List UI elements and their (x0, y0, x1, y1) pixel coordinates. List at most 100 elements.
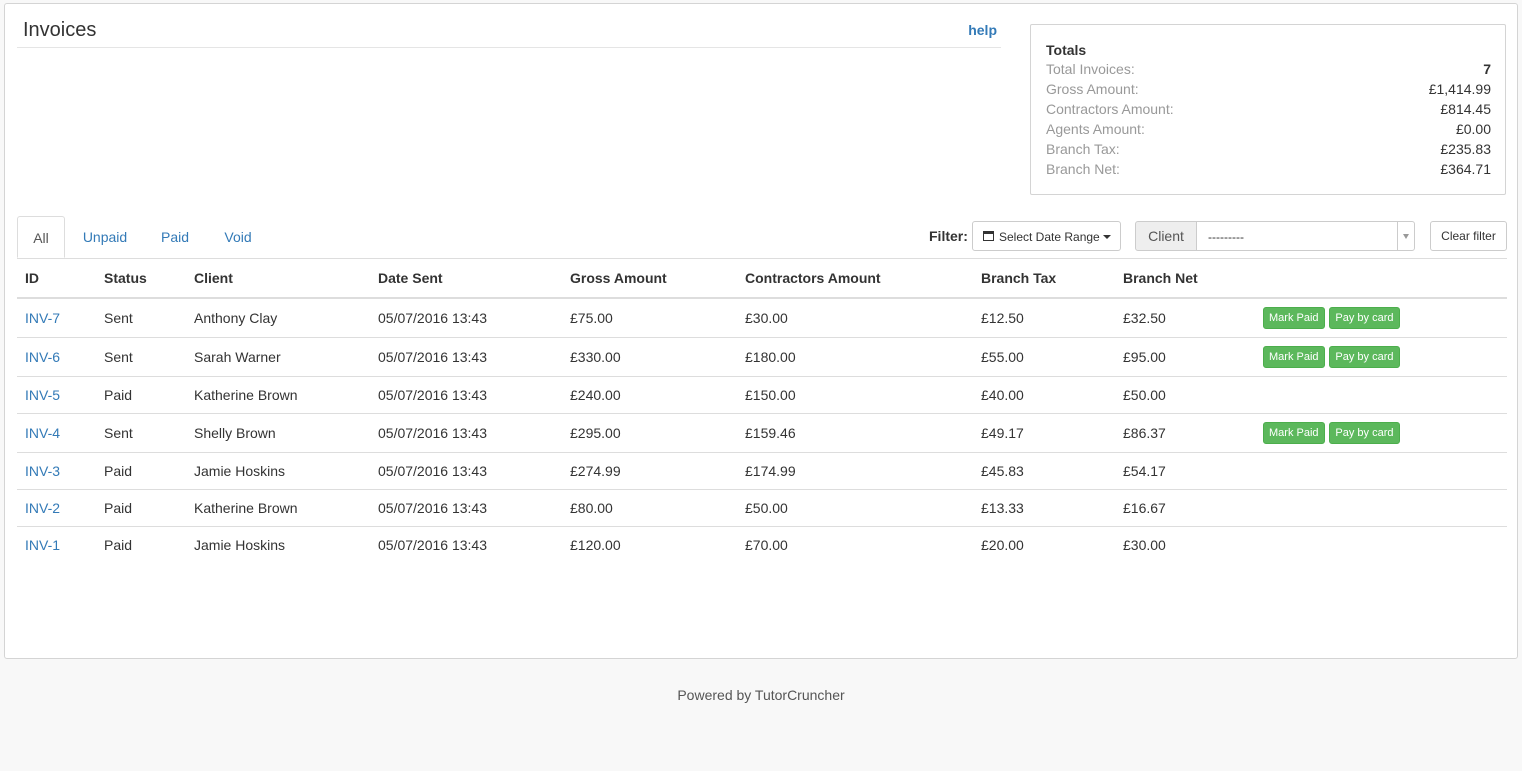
cell-contractors: £180.00 (737, 337, 973, 377)
cell-gross: £80.00 (562, 489, 737, 527)
totals-title: Totals (1046, 42, 1087, 58)
cell-branch-net: £16.67 (1115, 489, 1255, 527)
column-header-client[interactable]: Client (186, 258, 370, 299)
tab-void[interactable]: Void (215, 216, 261, 258)
cell-client: Shelly Brown (186, 413, 370, 453)
cell-branch-net: £32.50 (1115, 298, 1255, 338)
totals-row-branch-tax: Branch Tax: £235.83 (1046, 141, 1491, 161)
page-header: Invoices help (17, 14, 1001, 48)
invoice-link[interactable]: INV-5 (25, 387, 60, 403)
totals-row-contractors-amount: Contractors Amount: £814.45 (1046, 101, 1491, 121)
cell-id: INV-1 (17, 527, 96, 564)
column-header-contractors-amount[interactable]: Contractors Amount (737, 258, 973, 299)
client-select[interactable]: --------- (1196, 221, 1415, 251)
cell-actions (1255, 527, 1507, 564)
table-row: INV-1 Paid Jamie Hoskins 05/07/2016 13:4… (17, 527, 1507, 564)
cell-branch-tax: £55.00 (973, 337, 1115, 377)
cell-id: INV-6 (17, 337, 96, 377)
invoice-link[interactable]: INV-1 (25, 537, 60, 553)
cell-actions (1255, 489, 1507, 527)
cell-actions (1255, 376, 1507, 414)
cell-id: INV-7 (17, 298, 96, 338)
tab-unpaid[interactable]: Unpaid (75, 216, 135, 258)
date-range-label: Select Date Range (999, 230, 1100, 244)
mark-paid-button[interactable]: Mark Paid (1263, 346, 1325, 368)
totals-row-agents-amount: Agents Amount: £0.00 (1046, 121, 1491, 141)
invoice-link[interactable]: INV-3 (25, 463, 60, 479)
cell-status: Sent (96, 298, 186, 338)
tab-paid[interactable]: Paid (153, 216, 197, 258)
help-link[interactable]: help (968, 22, 997, 38)
totals-label: Total Invoices: (1046, 61, 1135, 77)
totals-row-branch-net: Branch Net: £364.71 (1046, 161, 1491, 181)
cell-gross: £240.00 (562, 376, 737, 414)
totals-row-total-invoices: Total Invoices: 7 (1046, 61, 1491, 81)
pay-by-card-button[interactable]: Pay by card (1329, 422, 1400, 444)
cell-gross: £75.00 (562, 298, 737, 338)
cell-status: Paid (96, 452, 186, 490)
totals-label: Branch Tax: (1046, 141, 1120, 157)
mark-paid-button[interactable]: Mark Paid (1263, 422, 1325, 444)
totals-label: Branch Net: (1046, 161, 1120, 177)
cell-gross: £295.00 (562, 413, 737, 453)
cell-branch-tax: £13.33 (973, 489, 1115, 527)
tab-all[interactable]: All (17, 216, 65, 258)
column-header-branch-net[interactable]: Branch Net (1115, 258, 1255, 299)
table-row: INV-2 Paid Katherine Brown 05/07/2016 13… (17, 489, 1507, 527)
invoices-panel: Invoices help Totals Total Invoices: 7 G… (4, 3, 1518, 659)
cell-branch-net: £30.00 (1123, 537, 1166, 553)
totals-value: £814.45 (1440, 101, 1491, 117)
totals-row-gross-amount: Gross Amount: £1,414.99 (1046, 81, 1491, 101)
mark-paid-button[interactable]: Mark Paid (1263, 307, 1325, 329)
table-row: INV-4 Sent Shelly Brown 05/07/2016 13:43… (17, 413, 1507, 453)
totals-value: £0.00 (1455, 121, 1491, 137)
cell-actions: Mark Paid Pay by card (1255, 298, 1507, 338)
cell-client: Sarah Warner (186, 337, 370, 377)
totals-value: 7 (1483, 61, 1491, 77)
column-header-id[interactable]: ID (17, 258, 96, 299)
select-divider (1397, 222, 1398, 250)
column-header-status[interactable]: Status (96, 258, 186, 299)
cell-status: Paid (96, 489, 186, 527)
invoice-link[interactable]: INV-7 (25, 310, 60, 326)
cell-branch-net: £86.37 (1115, 413, 1255, 453)
invoice-link[interactable]: INV-4 (25, 425, 60, 441)
caret-down-icon (1103, 235, 1111, 239)
column-header-date-sent[interactable]: Date Sent (370, 258, 562, 299)
cell-client: Jamie Hoskins (186, 452, 370, 490)
column-header-gross-amount[interactable]: Gross Amount (562, 258, 737, 299)
totals-value: £235.83 (1440, 141, 1491, 157)
cell-date-sent: 05/07/2016 13:43 (370, 413, 562, 453)
cell-status: Paid (96, 376, 186, 414)
column-header-actions (1255, 258, 1507, 299)
pay-by-card-button[interactable]: Pay by card (1329, 346, 1400, 368)
filter-label: Filter: (929, 228, 968, 244)
cell-client: Katherine Brown (186, 489, 370, 527)
cell-date-sent: 05/07/2016 13:43 (378, 537, 487, 553)
column-header-branch-tax[interactable]: Branch Tax (973, 258, 1115, 299)
invoice-link[interactable]: INV-6 (25, 349, 60, 365)
totals-box: Totals Total Invoices: 7 Gross Amount: £… (1030, 24, 1506, 195)
date-range-button[interactable]: Select Date Range (972, 221, 1121, 251)
invoice-link[interactable]: INV-2 (25, 500, 60, 516)
clear-filter-button[interactable]: Clear filter (1430, 221, 1507, 251)
cell-branch-tax: £20.00 (981, 537, 1024, 553)
cell-client: Katherine Brown (186, 376, 370, 414)
cell-branch-tax: £40.00 (973, 376, 1115, 414)
cell-contractors: £150.00 (737, 376, 973, 414)
cell-contractors: £159.46 (737, 413, 973, 453)
totals-label: Agents Amount: (1046, 121, 1145, 137)
cell-actions: Mark Paid Pay by card (1255, 413, 1507, 453)
cell-client: Jamie Hoskins (194, 537, 286, 553)
totals-value: £364.71 (1440, 161, 1491, 177)
cell-contractors: £70.00 (745, 537, 788, 553)
pay-by-card-button[interactable]: Pay by card (1329, 307, 1400, 329)
cell-actions (1255, 452, 1507, 490)
chevron-down-icon (1403, 234, 1409, 239)
totals-value: £1,414.99 (1428, 81, 1491, 97)
table-row: INV-7 Sent Anthony Clay 05/07/2016 13:43… (17, 298, 1507, 338)
invoices-table: ID Status Client Date Sent Gross Amount … (17, 258, 1507, 563)
cell-branch-net: £54.17 (1115, 452, 1255, 490)
client-filter-label: Client (1135, 221, 1197, 251)
table-row: INV-5 Paid Katherine Brown 05/07/2016 13… (17, 376, 1507, 414)
